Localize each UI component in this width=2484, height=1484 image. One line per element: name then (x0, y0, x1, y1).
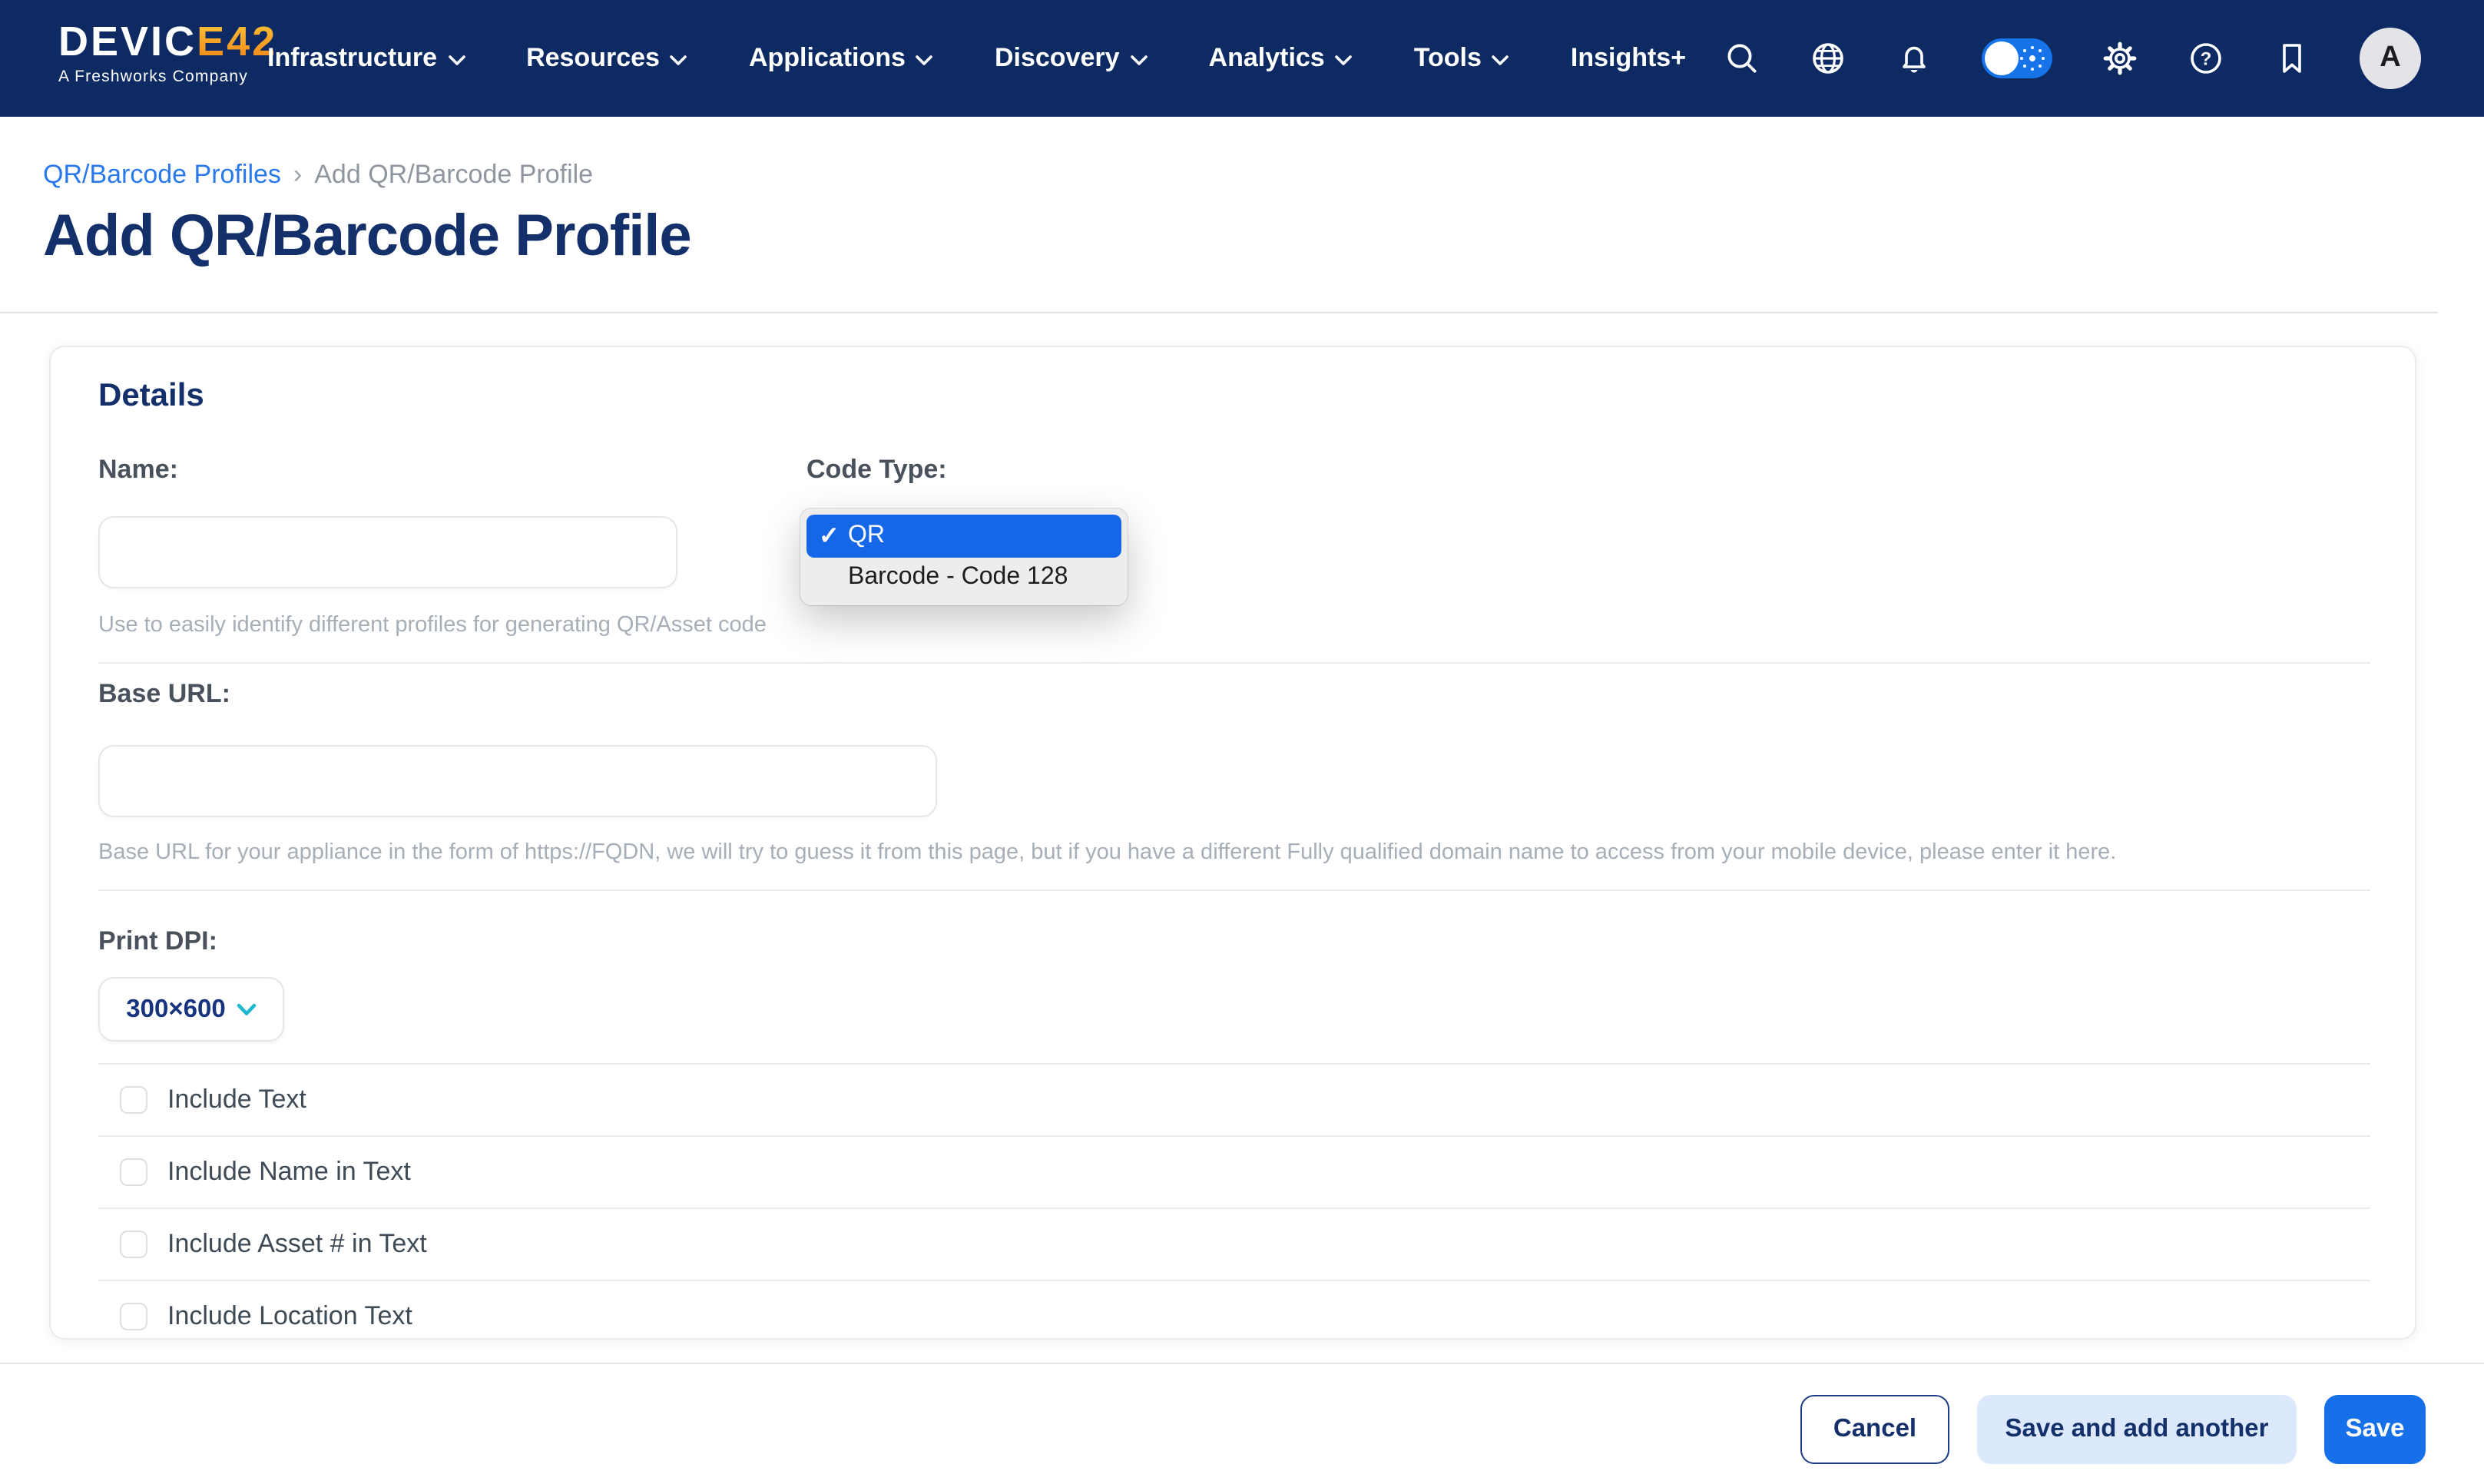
include-text-row[interactable]: Include Text (98, 1063, 2370, 1135)
breadcrumb: QR/Barcode Profiles › Add QR/Barcode Pro… (43, 160, 593, 190)
breadcrumb-current: Add QR/Barcode Profile (314, 160, 593, 190)
menu-infrastructure[interactable]: Infrastructure (267, 43, 465, 74)
name-help-text: Use to easily identify different profile… (98, 613, 767, 638)
chevron-down-icon (448, 55, 465, 65)
toggle-knob (1985, 41, 2019, 75)
chevron-down-icon (1492, 55, 1509, 65)
base-url-label: Base URL: (98, 679, 230, 710)
print-dpi-label: Print DPI: (98, 926, 217, 957)
menu-resources[interactable]: Resources (526, 43, 687, 74)
device42-logo[interactable]: DEVICE42 A Freshworks Company (58, 18, 277, 86)
name-label: Name: (98, 455, 178, 485)
sun-icon (2029, 55, 2035, 61)
user-avatar[interactable]: A (2360, 28, 2421, 89)
breadcrumb-separator: › (293, 160, 302, 190)
breadcrumb-parent-link[interactable]: QR/Barcode Profiles (43, 160, 281, 190)
include-location-text-row[interactable]: Include Location Text (98, 1280, 2370, 1340)
logo-text: DEVICE42 (58, 18, 277, 65)
code-type-option-qr[interactable]: ✓ QR (806, 515, 1121, 557)
name-input[interactable] (98, 516, 677, 588)
top-navbar: DEVICE42 A Freshworks Company Infrastruc… (0, 0, 2484, 117)
help-icon[interactable]: ? (2188, 40, 2224, 77)
chevron-down-icon (671, 55, 687, 65)
footer-action-bar: Cancel Save and add another Save (0, 1364, 2484, 1484)
chevron-down-icon (916, 55, 933, 65)
include-text-checkbox[interactable] (120, 1086, 147, 1114)
header-divider (0, 312, 2438, 313)
menu-applications[interactable]: Applications (749, 43, 933, 74)
include-name-in-text-checkbox[interactable] (120, 1158, 147, 1186)
details-section-title: Details (98, 378, 204, 415)
check-icon: ✓ (819, 521, 843, 552)
code-type-option-barcode[interactable]: Barcode - Code 128 (806, 557, 1121, 599)
print-dpi-select[interactable]: 300×600 (98, 977, 284, 1042)
save-and-add-another-button[interactable]: Save and add another (1977, 1395, 2297, 1464)
navbar-actions: ? A (1724, 0, 2421, 117)
search-icon[interactable] (1724, 40, 1760, 77)
code-type-dropdown-menu: ✓ QR Barcode - Code 128 (800, 508, 1128, 605)
notifications-bell-icon[interactable] (1896, 40, 1933, 77)
menu-insights[interactable]: Insights+ (1571, 43, 1686, 74)
bookmark-icon[interactable] (2274, 40, 2310, 77)
include-asset-in-text-checkbox[interactable] (120, 1231, 147, 1258)
base-url-input[interactable] (98, 745, 937, 817)
code-type-label: Code Type: (806, 455, 947, 485)
logo-accent-text: E42 (197, 18, 277, 65)
section-divider (98, 662, 2370, 664)
include-asset-in-text-row[interactable]: Include Asset # in Text (98, 1207, 2370, 1280)
logo-subtitle: A Freshworks Company (58, 68, 277, 86)
print-dpi-value: 300×600 (126, 995, 225, 1024)
include-location-text-checkbox[interactable] (120, 1303, 147, 1330)
save-button[interactable]: Save (2324, 1395, 2426, 1464)
chevron-down-icon (1336, 55, 1353, 65)
section-divider (98, 889, 2370, 891)
settings-gear-icon[interactable] (2101, 40, 2138, 77)
main-menu: Infrastructure Resources Applications Di… (267, 0, 1686, 117)
details-card: Details Name: Use to easily identify dif… (49, 346, 2416, 1340)
theme-toggle[interactable] (1982, 38, 2052, 78)
checkbox-list: Include Text Include Name in Text Includ… (98, 1063, 2370, 1340)
chevron-down-icon (1131, 55, 1148, 65)
include-name-in-text-row[interactable]: Include Name in Text (98, 1135, 2370, 1207)
menu-tools[interactable]: Tools (1414, 43, 1509, 74)
cancel-button[interactable]: Cancel (1800, 1395, 1949, 1464)
svg-text:?: ? (2201, 48, 2212, 69)
chevron-down-icon (237, 1002, 257, 1016)
menu-discovery[interactable]: Discovery (995, 43, 1148, 74)
page-title: Add QR/Barcode Profile (43, 204, 691, 270)
menu-analytics[interactable]: Analytics (1209, 43, 1353, 74)
globe-icon[interactable] (1810, 40, 1846, 77)
base-url-help-text: Base URL for your appliance in the form … (98, 840, 2116, 865)
